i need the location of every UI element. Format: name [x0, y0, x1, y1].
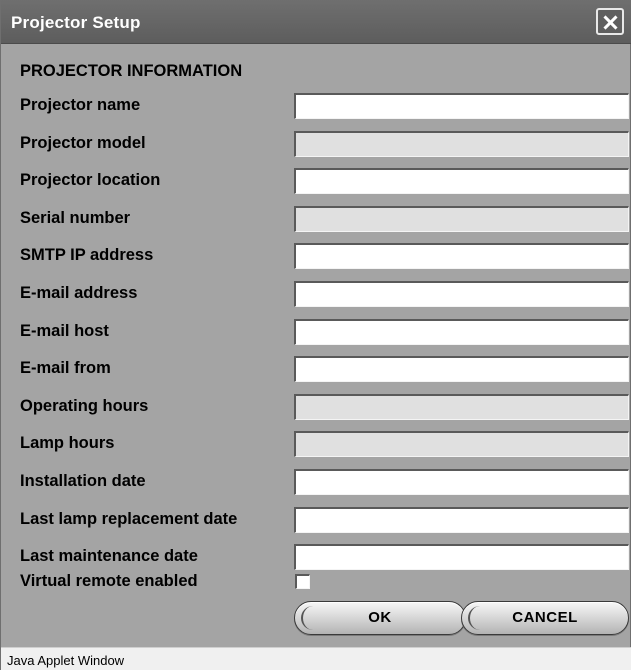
operating-hours-field[interactable]	[294, 394, 629, 420]
cancel-button-label: CANCEL	[512, 609, 578, 626]
e-mail-host-label: E-mail host	[20, 322, 109, 340]
e-mail-from-label: E-mail from	[20, 359, 111, 377]
installation-date-label: Installation date	[20, 472, 146, 490]
status-text: Java Applet Window	[7, 653, 125, 668]
projector-model-field[interactable]	[294, 131, 629, 157]
title-bar[interactable]: Projector Setup	[1, 0, 631, 44]
ok-button[interactable]: OK	[294, 601, 466, 635]
projector-name-field[interactable]	[294, 93, 629, 119]
e-mail-from-field[interactable]	[294, 356, 629, 382]
projector-location-label: Projector location	[20, 171, 161, 189]
ok-button-label: OK	[368, 609, 392, 626]
virtual-remote-checkbox[interactable]	[295, 574, 310, 589]
projector-model-label: Projector model	[20, 134, 146, 152]
button-notch	[468, 606, 488, 630]
e-mail-host-field[interactable]	[294, 319, 629, 345]
e-mail-address-label: E-mail address	[20, 284, 138, 302]
projector-setup-window: Projector Setup PROJECTOR INFORMATION Pr…	[0, 0, 631, 670]
installation-date-field[interactable]	[294, 469, 629, 495]
status-bar: Java Applet Window	[1, 647, 631, 670]
projector-location-field[interactable]	[294, 168, 629, 194]
section-title: PROJECTOR INFORMATION	[20, 62, 243, 80]
serial-number-field[interactable]	[294, 206, 629, 232]
cancel-button[interactable]: CANCEL	[461, 601, 629, 635]
smtp-ip-address-label: SMTP IP address	[20, 246, 154, 264]
last-maintenance-date-field[interactable]	[294, 544, 629, 570]
operating-hours-label: Operating hours	[20, 397, 149, 415]
serial-number-label: Serial number	[20, 209, 131, 227]
last-maintenance-date-label: Last maintenance date	[20, 547, 198, 565]
last-lamp-replacement-date-field[interactable]	[294, 507, 629, 533]
virtual-remote-label: Virtual remote enabled	[20, 572, 198, 590]
smtp-ip-address-field[interactable]	[294, 243, 629, 269]
close-icon[interactable]	[596, 8, 624, 35]
projector-name-label: Projector name	[20, 96, 141, 114]
button-notch	[301, 606, 321, 630]
lamp-hours-field[interactable]	[294, 431, 629, 457]
window-title: Projector Setup	[11, 13, 141, 32]
last-lamp-replacement-date-label: Last lamp replacement date	[20, 510, 238, 528]
e-mail-address-field[interactable]	[294, 281, 629, 307]
lamp-hours-label: Lamp hours	[20, 434, 115, 452]
